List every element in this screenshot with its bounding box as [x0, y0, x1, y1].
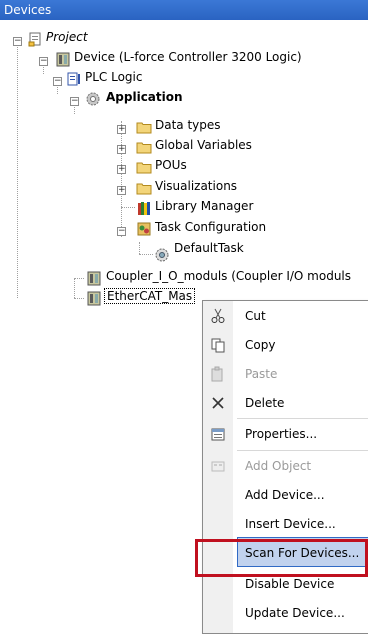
- tree-item-visualizations[interactable]: Visualizations: [155, 179, 237, 193]
- folder-icon: [136, 183, 152, 195]
- tree-item-device[interactable]: Device (L-force Controller 3200 Logic): [74, 50, 302, 64]
- expand-toggle[interactable]: +: [117, 125, 126, 134]
- library-books-icon: [138, 202, 150, 215]
- tree-line: [74, 298, 84, 299]
- menu-item-label: Paste: [245, 367, 278, 381]
- menu-item-label: Add Object: [245, 459, 312, 473]
- plc-logic-icon: [67, 72, 80, 86]
- collapse-toggle[interactable]: −: [13, 37, 22, 46]
- application-gear-icon: [86, 92, 100, 106]
- tree-item-data-types[interactable]: Data types: [155, 118, 221, 132]
- menu-item-paste[interactable]: Paste: [203, 360, 368, 389]
- context-menu: Cut Copy Paste Delete Properties... Add …: [202, 300, 368, 634]
- panel-title-bar: Devices: [0, 0, 368, 20]
- menu-item-add-object[interactable]: Add Object: [203, 452, 368, 481]
- collapse-toggle[interactable]: −: [117, 227, 126, 236]
- panel-title: Devices: [4, 3, 52, 17]
- tree-item-global-variables[interactable]: Global Variables: [155, 138, 252, 152]
- add-object-icon: [211, 461, 225, 472]
- tree-item-task-configuration[interactable]: Task Configuration: [155, 220, 266, 234]
- expand-toggle[interactable]: +: [117, 145, 126, 154]
- menu-item-cut[interactable]: Cut: [203, 302, 368, 331]
- tree-item-pous[interactable]: POUs: [155, 158, 187, 172]
- menu-item-label: Delete: [245, 396, 285, 410]
- menu-item-copy[interactable]: Copy: [203, 331, 368, 360]
- tree-line: [74, 278, 84, 279]
- tree-item-project[interactable]: Project: [46, 30, 88, 44]
- menu-item-label: Properties...: [245, 427, 318, 441]
- tree-line: [139, 242, 140, 254]
- collapse-toggle[interactable]: −: [70, 97, 79, 106]
- tree-item-default-task[interactable]: DefaultTask: [174, 241, 244, 255]
- menu-item-update-device[interactable]: Update Device...: [203, 599, 368, 628]
- collapse-toggle[interactable]: −: [39, 57, 48, 66]
- tree-item-plc-logic[interactable]: PLC Logic: [85, 70, 142, 84]
- menu-item-insert-device[interactable]: Insert Device...: [203, 510, 368, 539]
- tree-line: [139, 254, 153, 255]
- menu-item-delete[interactable]: Delete: [203, 389, 368, 418]
- annotation-highlight-box: [195, 539, 368, 577]
- folder-icon: [136, 122, 152, 134]
- tree-item-application[interactable]: Application: [106, 90, 183, 104]
- tree-item-library-manager[interactable]: Library Manager: [155, 199, 253, 213]
- menu-item-add-device[interactable]: Add Device...: [203, 481, 368, 510]
- device-icon: [87, 271, 101, 286]
- tree-item-ethercat-master[interactable]: EtherCAT_Mas: [104, 288, 196, 304]
- device-icon: [56, 52, 70, 67]
- delete-x-icon: [212, 397, 224, 409]
- expand-toggle[interactable]: +: [117, 186, 126, 195]
- tree-line: [121, 207, 135, 208]
- menu-item-label: Copy: [245, 338, 276, 352]
- tree-line: [74, 278, 75, 298]
- default-task-icon: [155, 248, 169, 262]
- menu-item-label: Update Device...: [245, 606, 345, 620]
- menu-item-label: Disable Device: [245, 577, 335, 591]
- menu-separator: [237, 418, 368, 419]
- menu-separator: [237, 450, 368, 451]
- device-icon: [87, 291, 101, 306]
- tree-line: [121, 121, 122, 237]
- menu-item-label: Insert Device...: [245, 517, 336, 531]
- scissors-icon: [211, 308, 225, 323]
- task-configuration-icon: [137, 222, 151, 236]
- expand-toggle[interactable]: +: [117, 165, 126, 174]
- project-icon: [28, 32, 41, 47]
- paste-icon: [211, 366, 223, 382]
- menu-item-properties[interactable]: Properties...: [203, 420, 368, 449]
- properties-icon: [211, 428, 225, 441]
- tree-item-coupler[interactable]: Coupler_I_O_moduls (Coupler I/O moduls: [106, 269, 351, 283]
- folder-icon: [136, 142, 152, 154]
- tree-line: [17, 42, 18, 298]
- collapse-toggle[interactable]: −: [53, 77, 62, 86]
- menu-item-label: Add Device...: [245, 488, 325, 502]
- folder-icon: [136, 162, 152, 174]
- menu-item-label: Cut: [245, 309, 266, 323]
- copy-icon: [211, 338, 225, 353]
